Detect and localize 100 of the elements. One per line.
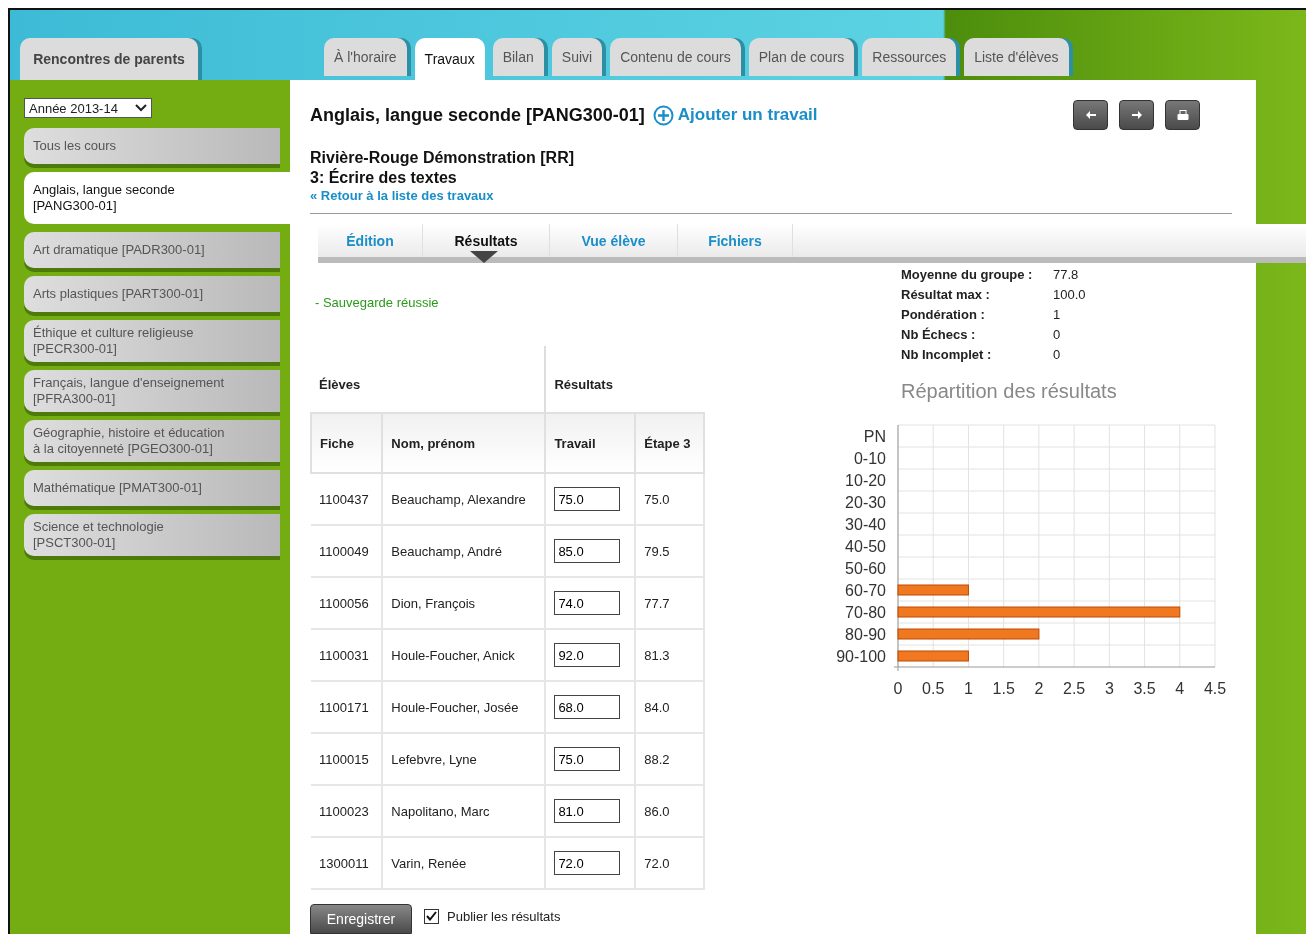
table-cell: 1100023 [319,803,369,819]
table-cell: Houle-Foucher, Josée [391,699,519,715]
axis-label: 60-70 [845,582,886,599]
save-button[interactable]: Enregistrer [310,904,412,934]
table-cell: 1100171 [319,699,369,715]
score-input[interactable]: 92.0 [554,643,621,667]
axis-label: 30-40 [845,516,886,533]
table-cell: 88.2 [644,751,670,767]
course-item[interactable]: Anglais, langue seconde [PANG300-01] [24,172,290,224]
table-cell: 1100056 [319,595,369,611]
stat-label: Résultat max : [901,287,991,302]
column-header: Travail [545,413,636,473]
axis-label: 4 [1175,680,1185,697]
axis-label: 90-100 [836,648,886,665]
score-input[interactable]: 72.0 [554,851,621,875]
table-cell: 1100049 [319,543,369,559]
table-cell: Beauchamp, Alexandre [391,491,526,507]
back-link[interactable]: « Retour à la liste des travaux [310,188,1256,203]
previous-button[interactable] [1073,100,1108,130]
stat-value: 100.0 [1053,287,1087,302]
chevron-icon [135,104,147,112]
axis-label: 0 [893,680,903,697]
print-button[interactable] [1165,100,1200,130]
stat-label: Nb Échecs : [901,327,977,342]
axis-label: 0-10 [853,450,886,467]
stat-label: Pondération : [901,307,986,322]
table-cell: 81.3 [644,647,670,663]
axis-label: 1 [964,680,973,697]
axis-label: 2 [1034,680,1044,697]
score-input[interactable]: 85.0 [554,539,621,563]
axis-label: 20-30 [845,494,886,511]
year-select[interactable]: Année 2013-14 [24,98,152,118]
axis-label: 2.5 [1063,680,1086,697]
school-name: Rivière-Rouge Démonstration [RR] [310,148,576,168]
sub-tab[interactable]: Édition [318,224,423,257]
add-assignment-link[interactable]: Ajouter un travail [652,104,818,126]
printer-icon [1176,109,1189,121]
nav-tab[interactable]: Ressources [862,38,957,76]
nav-tab[interactable]: Travaux [414,38,485,80]
axis-label: 3.5 [1133,680,1156,697]
plus-circle-icon [652,104,674,126]
table-cell: 1300011 [319,855,369,871]
right-arrow-icon [1130,111,1143,119]
table-cell: 75.0 [644,491,670,507]
table-cell: 86.0 [644,803,670,819]
table-cell: Napolitano, Marc [391,803,490,819]
publish-label: Publier les résultats [447,908,561,924]
bar [897,584,969,596]
table-cell: Varin, Renée [391,855,467,871]
next-button[interactable] [1119,100,1154,130]
score-input[interactable]: 68.0 [554,695,621,719]
axis-label: 80-90 [845,626,886,643]
table-cell: 79.5 [644,543,670,559]
publish-checkbox[interactable] [424,908,439,924]
axis-label: 3 [1104,680,1114,697]
table-cell: Houle-Foucher, Anick [391,647,515,663]
axis-label: 0.5 [922,680,945,697]
table-cell: 1100015 [319,751,369,767]
stat-value: 77.8 [1053,267,1080,282]
table-cell: 1100437 [319,491,369,507]
axis-label: 1.5 [992,680,1015,697]
table-cell: 1100031 [319,647,369,663]
column-header: Fiche [311,413,383,473]
column-header: Étape 3 [635,413,704,473]
score-input[interactable]: 75.0 [554,487,621,511]
success-message: - Sauvegarde réussie [315,295,440,310]
axis-label: 40-50 [845,538,886,555]
axis-label: PN [863,428,886,445]
table-cell: Dion, François [391,595,476,611]
column-header: Nom, prénom [382,413,546,473]
nav-tab[interactable]: Plan de cours [748,38,855,76]
column-group-header: Résultats [545,346,704,413]
assignment-title: 3: Écrire des textes [310,168,458,188]
chart-title: Répartition des résultats [901,380,1118,403]
sub-tab[interactable]: Fichiers [678,224,793,257]
bar [897,650,969,662]
stat-label: Nb Incomplet : [901,347,993,362]
score-input[interactable]: 81.0 [554,799,621,823]
table-cell: 77.7 [644,595,670,611]
stat-value: 1 [1053,307,1062,322]
stat-label: Moyenne du groupe : [901,267,1034,282]
course-title: Anglais, langue seconde [PANG300-01] [310,104,645,126]
sub-tab[interactable]: Résultats [423,224,550,257]
stat-value: 0 [1053,347,1062,362]
stat-value: 0 [1053,327,1062,342]
table-cell: 84.0 [644,699,670,715]
axis-label: 4.5 [1203,680,1227,697]
column-group-header: Élèves [311,346,546,413]
score-input[interactable]: 75.0 [554,747,621,771]
left-arrow-icon [1084,111,1097,119]
axis-label: 70-80 [845,604,886,621]
checkmark-icon [426,911,437,921]
table-cell: Lefebvre, Lyne [391,751,477,767]
year-select-value: Année 2013-14 [29,100,118,116]
table-cell: 72.0 [644,855,670,871]
sub-tab[interactable]: Vue élève [550,224,678,257]
nav-tab[interactable]: Suivi [551,38,603,76]
axis-label: 50-60 [845,560,886,577]
score-input[interactable]: 74.0 [554,591,621,615]
axis-label: 10-20 [845,472,886,489]
